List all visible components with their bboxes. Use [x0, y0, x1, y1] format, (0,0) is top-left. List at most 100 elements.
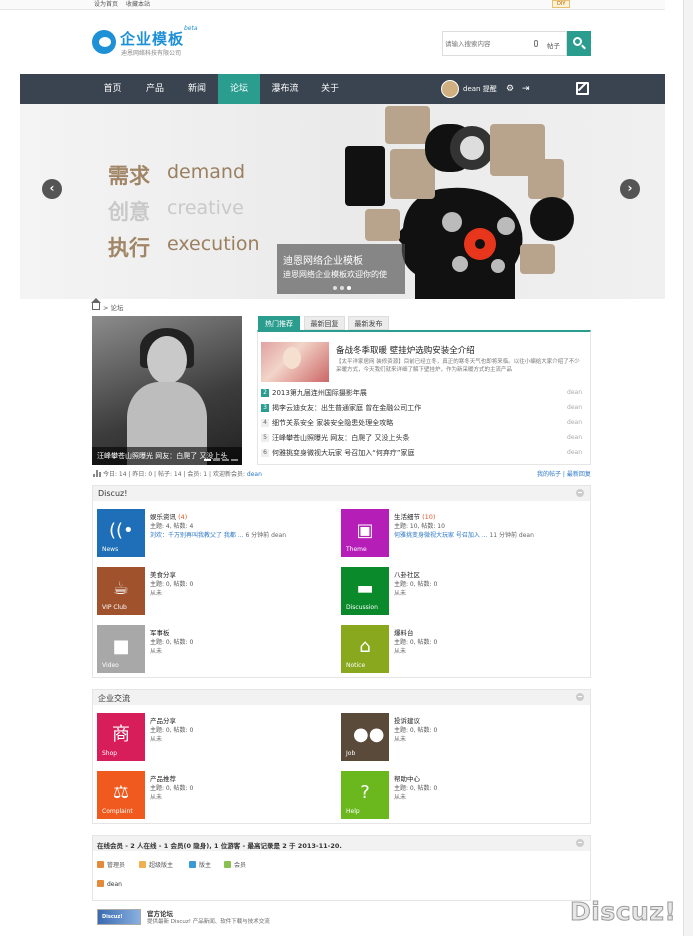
slide-indicator[interactable]	[213, 459, 220, 461]
forum-item[interactable]: ☕ VIP Club 美食分享 主题: 0, 帖数: 0 从未	[97, 567, 337, 617]
logo-icon[interactable]	[92, 30, 116, 54]
forum-name[interactable]: 帮助中心	[394, 773, 420, 783]
forum-name-text[interactable]: 美食分享	[150, 571, 176, 579]
forum-name-text[interactable]: 帮助中心	[394, 775, 420, 783]
logout-icon[interactable]: ⇥	[522, 84, 530, 94]
microphone-icon[interactable]	[534, 40, 538, 47]
page-scrollbar[interactable]	[683, 0, 693, 936]
tab-latest-post[interactable]: 最新发布	[348, 316, 389, 330]
featured-image[interactable]	[261, 342, 329, 382]
collapse-icon[interactable]	[576, 839, 584, 847]
banner-caption[interactable]: 迪恩网络企业模板 迪恩网络企业模板欢迎你的使	[277, 244, 405, 294]
forum-name-text[interactable]: 八卦社区	[394, 571, 420, 579]
forum-name[interactable]: 军事板	[150, 627, 170, 637]
online-username[interactable]: dean	[107, 881, 122, 888]
my-posts-link[interactable]: 我的帖子	[537, 471, 561, 478]
news-title[interactable]: 2013第九届连州国际摄影年展	[272, 388, 367, 398]
forum-name[interactable]: 产品分享	[150, 715, 176, 725]
forum-item[interactable]: ●● Job 投诉建议 主题: 0, 帖数: 0 从未	[341, 713, 581, 763]
latest-reply-link[interactable]: 最新回复	[567, 471, 591, 478]
forum-item[interactable]: ■ Video 军事板 主题: 0, 帖数: 0 从未	[97, 625, 337, 675]
new-member-link[interactable]: dean	[247, 471, 262, 478]
forum-icon[interactable]: ▣ Theme	[341, 509, 389, 557]
nav-item-0[interactable]: 首页	[95, 74, 130, 104]
forum-icon[interactable]: 商 Shop	[97, 713, 145, 761]
diy-button[interactable]: DIY	[552, 0, 571, 8]
forum-name[interactable]: 产品推荐	[150, 773, 176, 783]
slide-indicator[interactable]	[231, 459, 238, 461]
news-row[interactable]: 2 2013第九届连州国际摄影年展 dean	[261, 388, 588, 400]
forum-item[interactable]: ((• News 娱乐资讯 (4) 主题: 4, 帖数: 4 刘欢：千万别再叫我教父了 …	[97, 509, 337, 559]
username[interactable]: dean	[463, 85, 480, 93]
last-post-link[interactable]: 何雅挑变身微视大玩家 号召加入 ...	[394, 532, 488, 539]
forum-icon[interactable]: ⚖ Complaint	[97, 771, 145, 819]
banner-next-button[interactable]: ›	[620, 179, 640, 199]
nav-item-1[interactable]: 产品	[135, 74, 175, 104]
section-title[interactable]: Discuz!	[98, 489, 127, 498]
forum-name[interactable]: 美食分享	[150, 569, 176, 579]
banner-caption-title[interactable]: 迪恩网络企业模板	[283, 252, 363, 267]
forum-item[interactable]: 商 Shop 产品分享 主题: 0, 帖数: 0 从未	[97, 713, 337, 763]
forum-name[interactable]: 投诉建议	[394, 715, 420, 725]
news-title[interactable]: 何雅挑变身微视大玩家 号召加入“何弃疗”家庭	[272, 448, 414, 458]
user-avatar[interactable]	[441, 80, 459, 98]
search-button[interactable]	[567, 31, 591, 56]
forum-icon[interactable]: ▬ Discussion	[341, 567, 389, 615]
news-author[interactable]: dean	[567, 419, 582, 426]
forum-name[interactable]: 爆料台	[394, 627, 414, 637]
forum-name-text[interactable]: 军事板	[150, 629, 170, 637]
forum-icon[interactable]: ? Help	[341, 771, 389, 819]
forum-name-text[interactable]: 产品分享	[150, 717, 176, 725]
news-author[interactable]: dean	[567, 389, 582, 396]
news-title[interactable]: 细节关系安全 家装安全隐患处理全攻略	[272, 418, 393, 428]
slide-indicator[interactable]	[222, 459, 229, 461]
forum-name-text[interactable]: 娱乐资讯	[150, 513, 176, 521]
forum-item[interactable]: ⚖ Complaint 产品推荐 主题: 0, 帖数: 0 从未	[97, 771, 337, 821]
nav-item-5[interactable]: 关于	[310, 74, 350, 104]
news-row[interactable]: 6 何雅挑变身微视大玩家 号召加入“何弃疗”家庭 dean	[261, 448, 588, 460]
banner-dot[interactable]	[333, 286, 337, 290]
forum-item[interactable]: ▣ Theme 生活细节 (10) 主题: 10, 帖数: 10 何雅挑变身微视大玩家 …	[341, 509, 581, 559]
nav-item-3[interactable]: 论坛	[218, 74, 260, 104]
news-author[interactable]: dean	[567, 404, 582, 411]
forum-name-text[interactable]: 生活细节	[394, 513, 420, 521]
forum-name[interactable]: 娱乐资讯 (4)	[150, 511, 187, 521]
slideshow-image[interactable]: 汪峰攀苍山照曝光 网友：白爬了 又没上头	[92, 316, 242, 465]
nav-item-4[interactable]: 瀑布流	[260, 74, 310, 104]
forum-icon[interactable]: ☕ VIP Club	[97, 567, 145, 615]
forum-name-text[interactable]: 投诉建议	[394, 717, 420, 725]
banner-prev-button[interactable]: ‹	[42, 179, 62, 199]
section-title[interactable]: 企业交流	[98, 693, 130, 704]
banner-dot[interactable]	[340, 286, 344, 290]
forum-name[interactable]: 生活细节 (10)	[394, 511, 435, 521]
tab-latest-reply[interactable]: 最新回复	[304, 316, 345, 330]
forum-item[interactable]: ? Help 帮助中心 主题: 0, 帖数: 0 从未	[341, 771, 581, 821]
slide-indicator-active[interactable]	[204, 459, 211, 461]
search-type-select[interactable]: 帖子	[547, 40, 560, 50]
tab-hot[interactable]: 热门推荐	[258, 316, 300, 330]
forum-icon[interactable]: ■ Video	[97, 625, 145, 673]
forum-name-text[interactable]: 产品推荐	[150, 775, 176, 783]
friend-link-logo[interactable]: Discuz!	[97, 909, 141, 925]
news-author[interactable]: dean	[567, 449, 582, 456]
breadcrumb-current[interactable]: 论坛	[111, 304, 124, 312]
news-title[interactable]: 汪峰攀苍山照曝光 网友：白爬了 又没上头条	[272, 433, 409, 443]
forum-icon[interactable]: ⌂ Notice	[341, 625, 389, 673]
notice-link[interactable]: 提醒	[483, 85, 497, 93]
featured-title[interactable]: 备战冬季取暖 壁挂炉选购安装全介绍	[336, 344, 475, 356]
set-home-link[interactable]: 设为首页	[94, 1, 118, 8]
news-author[interactable]: dean	[567, 434, 582, 441]
nav-user[interactable]: dean 提醒	[463, 84, 497, 94]
gear-icon[interactable]: ⚙	[506, 84, 514, 94]
forum-item[interactable]: ▬ Discussion 八卦社区 主题: 0, 帖数: 0 从未	[341, 567, 581, 617]
forum-name[interactable]: 八卦社区	[394, 569, 420, 579]
banner-dot-active[interactable]	[347, 286, 351, 290]
forum-name-text[interactable]: 爆料台	[394, 629, 414, 637]
logo-title[interactable]: 企业模板	[120, 28, 184, 49]
forum-icon[interactable]: ●● Job	[341, 713, 389, 761]
forum-icon[interactable]: ((• News	[97, 509, 145, 557]
news-row[interactable]: 3 揭李云迪女友：出生普通家庭 曾在金融公司工作 dean	[261, 403, 588, 415]
online-summary[interactable]: 在线会员 - 2 人在线 - 1 会员(0 隐身), 1 位游客 - 最高记录是…	[97, 840, 342, 850]
forum-item[interactable]: ⌂ Notice 爆料台 主题: 0, 帖数: 0 从未	[341, 625, 581, 675]
online-user[interactable]: dean	[97, 880, 122, 888]
